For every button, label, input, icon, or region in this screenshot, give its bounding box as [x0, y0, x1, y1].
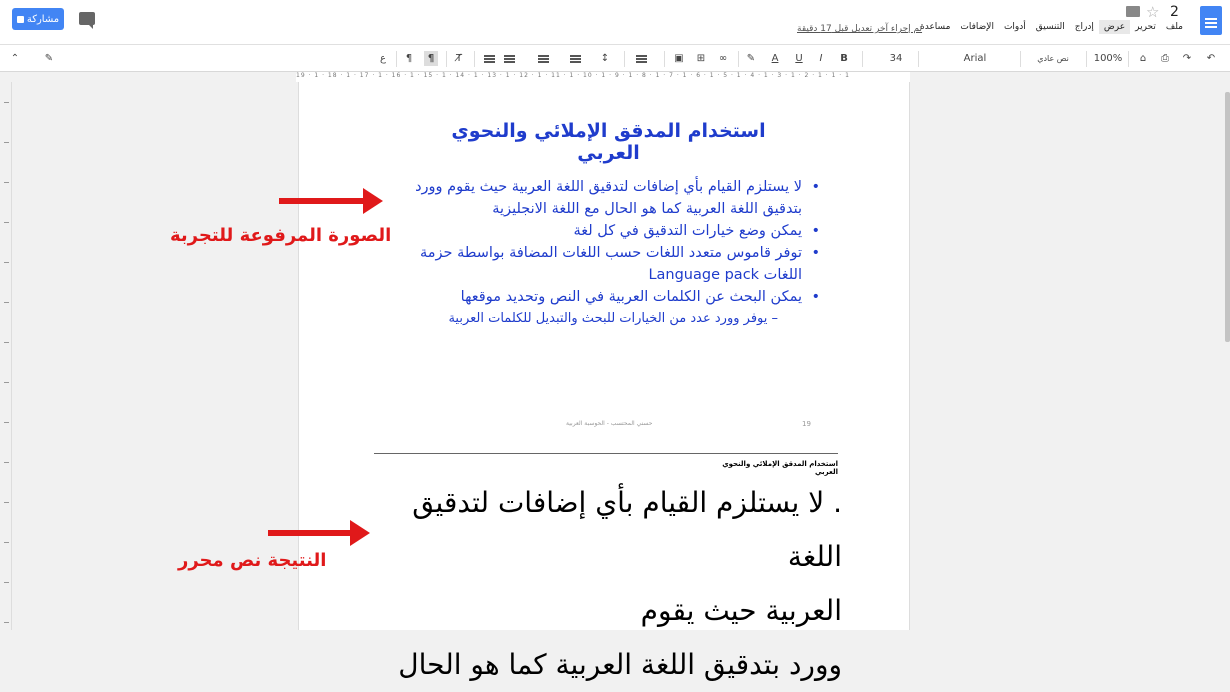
- page-number: 19: [802, 420, 811, 428]
- list-item: توفر قاموس متعدد اللغات حسب اللغات المضا…: [400, 242, 820, 286]
- menu-format[interactable]: التنسيق: [1031, 20, 1070, 34]
- result-line: . لا يستلزم القيام بأي إضافات لتدقيق الل…: [412, 486, 842, 573]
- menu-tools[interactable]: أدوات: [999, 20, 1031, 34]
- folder-icon[interactable]: [1126, 6, 1140, 17]
- list-item: يمكن البحث عن الكلمات العربية في النص وت…: [400, 286, 820, 308]
- vertical-scrollbar[interactable]: [1225, 82, 1230, 630]
- document-title[interactable]: 2: [1170, 4, 1179, 20]
- font-select[interactable]: Arial: [960, 51, 990, 66]
- zoom-select[interactable]: 100%: [1092, 51, 1124, 66]
- add-comment-icon[interactable]: ⊞: [694, 51, 708, 66]
- print-icon[interactable]: ⎙: [1158, 51, 1172, 66]
- bold-button[interactable]: B: [837, 51, 851, 66]
- lock-icon: [16, 15, 24, 23]
- clear-formatting-icon[interactable]: T̸: [452, 51, 466, 66]
- top-bar: مشاركة ☆ 2 ملف تحرير عرض إدراج التنسيق أ…: [0, 0, 1230, 44]
- ocr-heading: استخدام المدقق الإملائي والنحوي العربي: [722, 460, 838, 476]
- underline-button[interactable]: U: [792, 51, 806, 66]
- redo-icon[interactable]: ↷: [1180, 51, 1194, 66]
- indent-decrease-icon[interactable]: [502, 51, 516, 66]
- pencil-mode-icon[interactable]: ✎: [42, 51, 56, 66]
- result-line: وورد بتدقيق اللغة العربية كما هو الحال: [398, 648, 842, 681]
- image-title: استخدام المدقق الإملائي والنحوي العربي: [451, 120, 766, 164]
- menu-insert[interactable]: إدراج: [1070, 20, 1099, 34]
- paint-format-icon[interactable]: ⌂: [1136, 51, 1150, 66]
- image-bullet-list: لا يستلزم القيام بأي إضافات لتدقيق اللغة…: [400, 176, 820, 330]
- comment-icon[interactable]: [79, 12, 95, 29]
- annotation-result: النتيجة نص محرر: [178, 550, 327, 571]
- menu-bar: ملف تحرير عرض إدراج التنسيق أدوات الإضاف…: [915, 20, 1188, 34]
- undo-icon[interactable]: ↶: [1204, 51, 1218, 66]
- annotation-uploaded-image: الصورة المرفوعة للتجربة: [170, 225, 392, 246]
- align-icon[interactable]: [634, 51, 648, 66]
- arrow-icon: [279, 188, 383, 214]
- ltr-paragraph-icon[interactable]: ¶: [402, 51, 416, 66]
- indent-increase-icon[interactable]: [482, 51, 496, 66]
- numbered-list-icon[interactable]: [568, 51, 582, 66]
- link-icon[interactable]: ∞: [716, 51, 730, 66]
- line-spacing-icon[interactable]: ↕: [598, 51, 612, 66]
- star-icon[interactable]: ☆: [1146, 3, 1159, 21]
- italic-button[interactable]: I: [814, 51, 828, 66]
- menu-file[interactable]: ملف: [1161, 20, 1188, 34]
- footer-text: حسني المحتسب - الحوسبة العربية: [566, 420, 653, 427]
- sub-list-item: – يوفر وورد عدد من الخيارات للبحث والتبد…: [448, 311, 778, 326]
- share-label: مشاركة: [26, 13, 60, 25]
- text-color-button[interactable]: A: [768, 51, 782, 66]
- last-edit-link[interactable]: تم إجراء آخر تعديل قبل 17 دقيقة: [797, 24, 922, 34]
- ocr-result-text[interactable]: . لا يستلزم القيام بأي إضافات لتدقيق الل…: [366, 476, 842, 692]
- vertical-ruler[interactable]: [0, 82, 12, 630]
- horizontal-ruler[interactable]: 19 · 1 · 18 · 1 · 17 · 1 · 16 · 1 · 15 ·…: [0, 72, 1230, 82]
- style-select[interactable]: نص عادي: [1030, 51, 1076, 66]
- text-direction-icon[interactable]: ع: [376, 51, 390, 66]
- share-button[interactable]: مشاركة: [12, 8, 64, 30]
- highlight-color-icon[interactable]: ✎: [744, 51, 758, 66]
- collapse-toolbar-icon[interactable]: ⌃: [8, 51, 22, 66]
- arrow-icon: [268, 520, 370, 546]
- list-item: يمكن وضع خيارات التدقيق في كل لغة: [400, 220, 820, 242]
- ruler-ticks: 19 · 1 · 18 · 1 · 17 · 1 · 16 · 1 · 15 ·…: [296, 72, 910, 82]
- list-item: لا يستلزم القيام بأي إضافات لتدقيق اللغة…: [400, 176, 820, 220]
- scrollbar-thumb[interactable]: [1225, 92, 1230, 342]
- font-size-select[interactable]: 34: [884, 51, 908, 66]
- menu-view[interactable]: عرض: [1098, 20, 1131, 34]
- bulleted-list-icon[interactable]: [536, 51, 550, 66]
- divider: [374, 453, 838, 454]
- toolbar: ⌃ ✎ ع ¶ ¶ T̸ ↕ ▣ ⊞ ∞ ✎ A U I B 34 Arial …: [0, 44, 1230, 72]
- menu-edit[interactable]: تحرير: [1130, 20, 1161, 34]
- insert-image-icon[interactable]: ▣: [672, 51, 686, 66]
- rtl-paragraph-icon[interactable]: ¶: [424, 51, 438, 66]
- menu-addons[interactable]: الإضافات: [955, 20, 999, 34]
- docs-logo-icon[interactable]: [1200, 6, 1222, 35]
